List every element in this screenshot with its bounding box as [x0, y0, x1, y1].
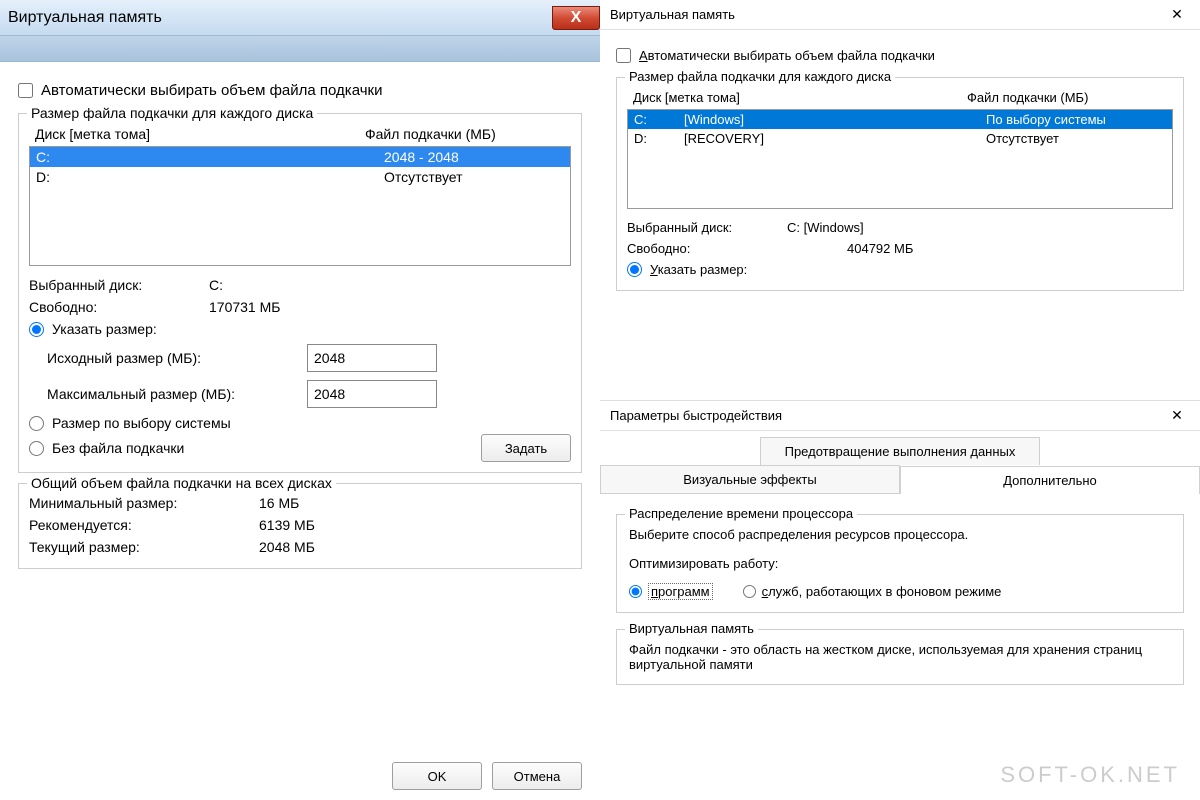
vm-group: Виртуальная память Файл подкачки - это о… [616, 629, 1184, 685]
col-file-left: Файл подкачки (МБ) [365, 126, 565, 142]
cur-label: Текущий размер: [29, 539, 259, 555]
free-value-left: 170731 МБ [209, 299, 280, 315]
initial-size-label-left: Исходный размер (МБ): [47, 350, 307, 366]
list-row[interactable]: D: Отсутствует [30, 167, 570, 187]
radio-system-left[interactable] [29, 416, 44, 431]
col-disk-left: Диск [метка тома] [35, 126, 365, 142]
rec-label: Рекомендуется: [29, 517, 259, 533]
rec-value: 6139 МБ [259, 517, 315, 533]
cpu-scheduling-group: Распределение времени процессора Выберит… [616, 514, 1184, 613]
free-label-right: Свободно: [627, 241, 787, 256]
close-icon: X [571, 9, 582, 27]
radio-custom-right[interactable] [627, 262, 642, 277]
radio-programs-wrapper[interactable]: программ [629, 583, 713, 600]
total-group-title-left: Общий объем файла подкачки на всех диска… [27, 475, 336, 491]
disk-groupbox-left: Размер файла подкачки для каждого диска … [18, 113, 582, 473]
radio-custom-left[interactable] [29, 322, 44, 337]
titlebar-win10-vm: Виртуальная память ✕ [600, 0, 1200, 30]
cpu-group-title: Распределение времени процессора [625, 506, 857, 521]
radio-system-label-left: Размер по выбору системы [52, 415, 231, 431]
glass-separator [0, 36, 600, 62]
cur-value: 2048 МБ [259, 539, 315, 555]
close-button-win7[interactable]: X [552, 6, 600, 30]
auto-manage-label-left: Автоматически выбирать объем файла подка… [41, 82, 382, 99]
titlebar-win10-perf: Параметры быстродействия ✕ [600, 401, 1200, 431]
tab-visual-effects[interactable]: Визуальные эффекты [600, 465, 900, 493]
ok-button-left[interactable]: OK [392, 762, 482, 790]
list-row[interactable]: D: [RECOVERY] Отсутствует [628, 129, 1172, 148]
radio-none-label-left: Без файла подкачки [52, 440, 184, 456]
col-file-right: Файл подкачки (МБ) [967, 90, 1167, 105]
set-button-left[interactable]: Задать [481, 434, 571, 462]
free-value-right: 404792 МБ [787, 241, 913, 256]
optimize-label: Оптимизировать работу: [629, 556, 1171, 571]
disk-groupbox-right: Размер файла подкачки для каждого диска … [616, 77, 1184, 291]
titlebar-win7: Виртуальная память X [0, 0, 600, 36]
tab-advanced[interactable]: Дополнительно [900, 466, 1200, 494]
free-label-left: Свободно: [29, 299, 209, 315]
disk-listbox-left[interactable]: C: 2048 - 2048 D: Отсутствует [29, 146, 571, 266]
radio-programs[interactable] [629, 585, 642, 598]
max-size-label-left: Максимальный размер (МБ): [47, 386, 307, 402]
min-value: 16 МБ [259, 495, 299, 511]
window-title-left: Виртуальная память [8, 9, 162, 27]
vm-group-title: Виртуальная память [625, 621, 758, 636]
col-disk-right: Диск [метка тома] [633, 90, 967, 105]
radio-services-wrapper[interactable]: служб, работающих в фоновом режиме [743, 584, 1002, 599]
max-size-input-left[interactable] [307, 380, 437, 408]
tab-dep[interactable]: Предотвращение выполнения данных [760, 437, 1041, 465]
close-icon: ✕ [1171, 407, 1183, 424]
list-row[interactable]: C: 2048 - 2048 [30, 147, 570, 167]
radio-services[interactable] [743, 585, 756, 598]
initial-size-input-left[interactable] [307, 344, 437, 372]
cpu-desc: Выберите способ распределения ресурсов п… [629, 527, 1171, 542]
auto-manage-checkbox-left[interactable] [18, 83, 33, 98]
disk-listbox-right[interactable]: C: [Windows] По выбору системы D: [RECOV… [627, 109, 1173, 209]
radio-services-label: служб, работающих в фоновом режиме [762, 584, 1002, 599]
radio-custom-label-left: Указать размер: [52, 321, 157, 337]
close-icon: ✕ [1171, 6, 1183, 23]
radio-programs-label: программ [648, 583, 713, 600]
vm-desc: Файл подкачки - это область на жестком д… [629, 642, 1171, 672]
total-groupbox-left: Общий объем файла подкачки на всех диска… [18, 483, 582, 569]
cancel-button-left[interactable]: Отмена [492, 762, 582, 790]
disk-group-title-left: Размер файла подкачки для каждого диска [27, 105, 317, 121]
selected-disk-label-left: Выбранный диск: [29, 277, 209, 293]
radio-none-left[interactable] [29, 441, 44, 456]
perf-window-title: Параметры быстродействия [610, 408, 782, 423]
disk-group-title-right: Размер файла подкачки для каждого диска [625, 69, 895, 84]
list-row[interactable]: C: [Windows] По выбору системы [628, 110, 1172, 129]
auto-manage-label-right: Автоматически выбирать объем файла подка… [639, 48, 935, 63]
selected-disk-value-right: C: [Windows] [787, 220, 864, 235]
radio-custom-label-right: Указать размер: [650, 262, 747, 277]
close-button-win10-vm[interactable]: ✕ [1154, 0, 1200, 30]
min-label: Минимальный размер: [29, 495, 259, 511]
window-title-right: Виртуальная память [610, 7, 735, 22]
selected-disk-label-right: Выбранный диск: [627, 220, 787, 235]
auto-manage-checkbox-right[interactable] [616, 48, 631, 63]
close-button-win10-perf[interactable]: ✕ [1154, 401, 1200, 431]
selected-disk-value-left: C: [209, 277, 223, 293]
